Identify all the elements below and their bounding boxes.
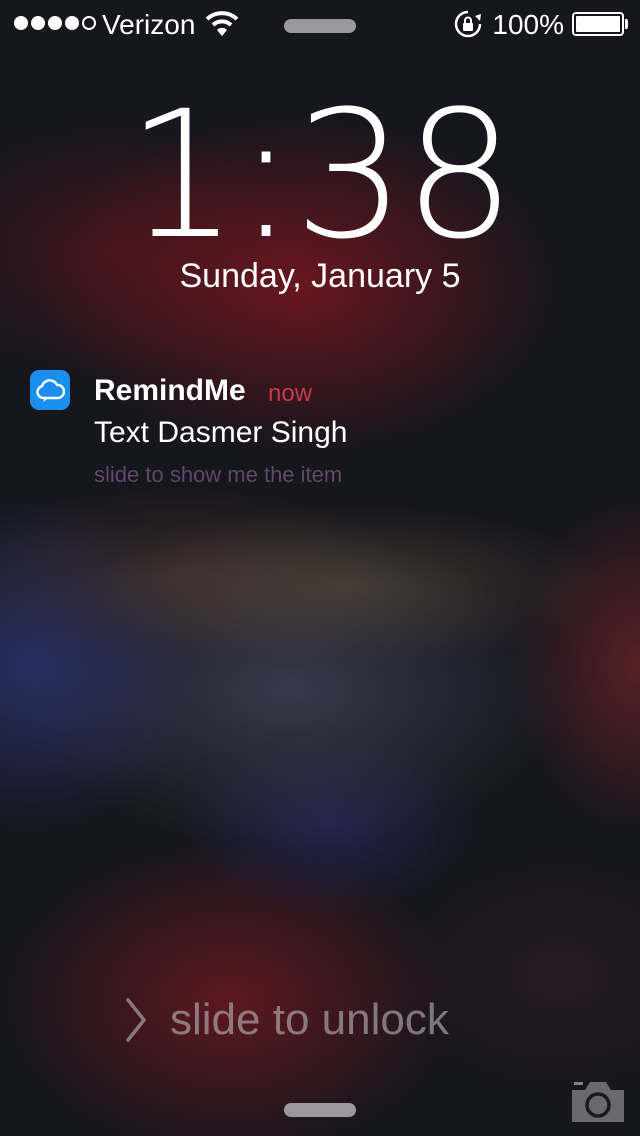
lock-screen: Verizon 100% 1:38 Sunday, January 5 Remi… [0,0,640,1136]
wifi-icon [205,11,239,36]
signal-dot [31,16,45,30]
battery-percentage: 100% [492,9,564,40]
notification-message: Text Dasmer Singh [94,416,348,449]
app-icon [30,370,70,410]
signal-dot [14,16,28,30]
carrier-name: Verizon [102,9,196,40]
signal-dot [48,16,62,30]
chevron-right-icon [126,998,146,1042]
signal-dot-empty [82,16,96,30]
lock-screen-clock: 1:38 [126,73,515,278]
status-bar: Verizon 100% [0,0,640,48]
control-center-handle[interactable] [284,1103,356,1117]
slide-to-unlock-label: slide to unlock [170,995,449,1044]
camera-icon[interactable] [570,1078,626,1124]
notification-center-handle[interactable] [284,19,356,33]
notification-app-name: RemindMe [94,374,246,407]
rotation-lock-icon [454,10,482,38]
signal-strength-icon [14,16,96,32]
notification-item[interactable]: RemindMe now Text Dasmer Singh slide to … [0,365,640,495]
signal-dot [65,16,79,30]
slide-to-unlock-slider[interactable]: slide to unlock [122,992,449,1048]
cloud-icon [36,379,65,402]
battery-tip [625,19,628,29]
notification-action-hint: slide to show me the item [94,462,343,487]
notification-time: now [268,380,313,407]
battery-icon [572,12,624,36]
lock-screen-date: Sunday, January 5 [179,257,461,295]
battery-level-fill [576,16,620,32]
